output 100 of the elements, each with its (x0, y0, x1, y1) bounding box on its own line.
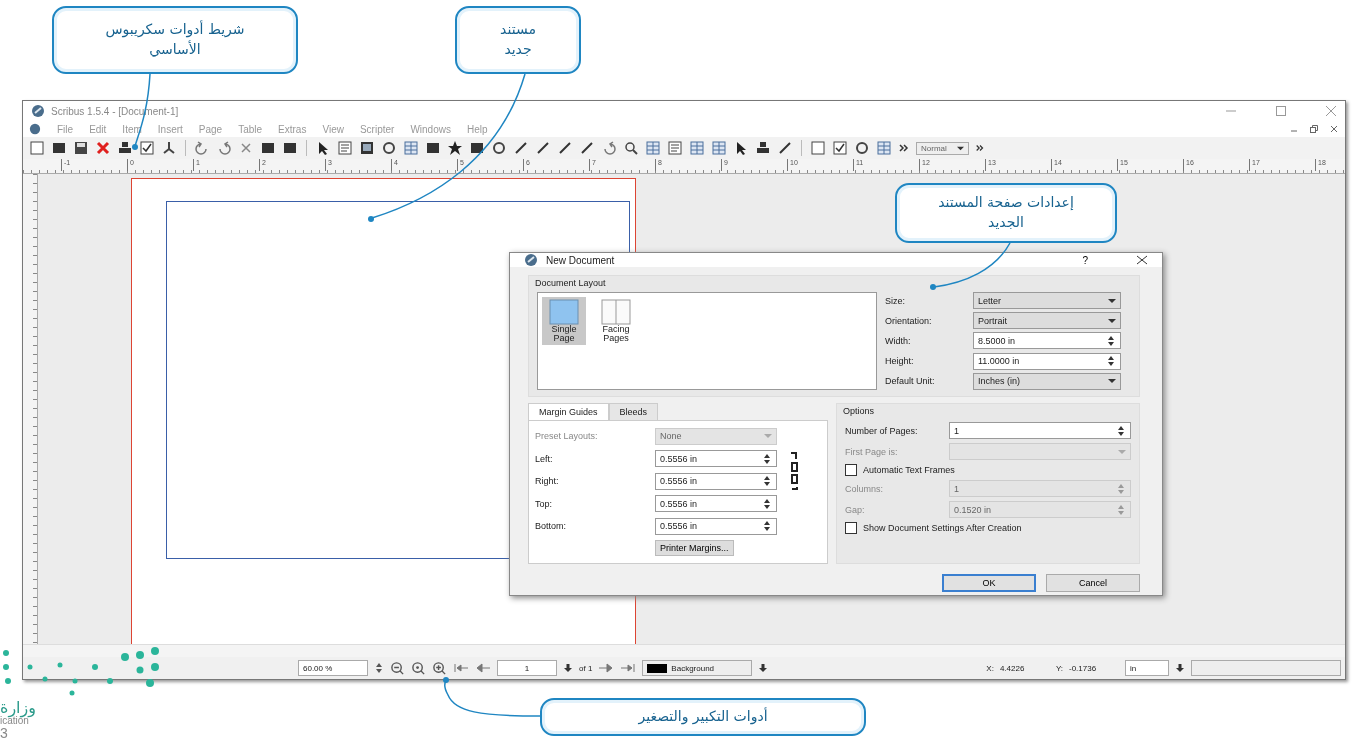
field-label: Size: (885, 295, 906, 306)
spin-arrows-icon[interactable] (1116, 424, 1126, 437)
spin-arrows-icon[interactable] (762, 475, 772, 488)
page-icon[interactable] (29, 140, 45, 156)
zoom-in-icon[interactable] (432, 660, 447, 676)
callout-label: إعدادات صفحة المستند الجديد (895, 183, 1117, 243)
mode-dropdown[interactable]: Normal (916, 141, 969, 155)
single-page-icon (549, 299, 579, 325)
dropdown[interactable]: Letter (973, 292, 1121, 310)
spin-box[interactable]: 0.5556 in (655, 472, 777, 490)
spin-box[interactable]: 1 (949, 422, 1131, 439)
star-icon[interactable] (447, 140, 463, 156)
text-frame-icon[interactable] (667, 140, 683, 156)
tab[interactable]: Margin Guides (528, 403, 609, 420)
spin-box[interactable]: 8.5000 in (973, 332, 1121, 350)
field-label: Orientation: (885, 315, 933, 326)
down-arrow-icon[interactable] (758, 663, 769, 673)
field-label: Height: (885, 356, 915, 367)
spin-box[interactable]: 0.5556 in (655, 495, 777, 513)
field-label: Top: (535, 498, 553, 509)
spin-arrows-icon[interactable] (762, 497, 772, 510)
checkbox-icon[interactable] (832, 140, 848, 156)
close-icon[interactable] (1329, 124, 1339, 134)
checkbox[interactable] (845, 464, 857, 476)
checkbox-label: Show Document Settings After Creation (863, 523, 1022, 533)
maximize-icon[interactable] (1275, 105, 1287, 117)
caret-icon (1118, 447, 1126, 456)
spin-box[interactable]: 0.5556 in (655, 517, 777, 535)
field-label: Left: (535, 453, 554, 464)
caret-icon (1108, 296, 1116, 305)
layout-option[interactable]: Single Page (542, 297, 586, 345)
previous-page-icon[interactable] (475, 663, 491, 673)
spin-arrows-icon[interactable] (762, 452, 772, 465)
app-logo-icon (29, 123, 41, 135)
page-count: of 1 (579, 663, 593, 673)
field-label: Number of Pages: (845, 425, 919, 436)
close-icon[interactable] (1136, 254, 1148, 266)
dropdown[interactable]: Inches (in) (973, 372, 1121, 390)
layer-dropdown[interactable]: Background (642, 660, 753, 676)
spin-arrows-icon[interactable] (1106, 335, 1116, 347)
undo-icon[interactable] (194, 140, 210, 156)
field-label: Right: (535, 476, 560, 487)
down-arrow-icon[interactable] (1175, 663, 1185, 673)
field-label: Width: (885, 336, 912, 346)
printer-icon[interactable] (117, 140, 133, 156)
app-logo-icon (31, 104, 45, 118)
logo-text: وزارة (0, 700, 36, 716)
last-page-icon[interactable] (620, 663, 637, 673)
spin-box[interactable]: 11.0000 in (973, 352, 1121, 370)
field-label: Bottom: (535, 521, 567, 532)
checkbox-icon[interactable] (139, 140, 155, 156)
horizontal-scrollbar[interactable] (23, 644, 1345, 657)
rotate-icon[interactable] (601, 140, 617, 156)
image-frame-icon[interactable] (359, 140, 375, 156)
layout-option[interactable]: Facing Pages (594, 297, 638, 345)
radio-icon[interactable] (854, 140, 870, 156)
help-button[interactable]: ? (1082, 254, 1088, 266)
caret-icon (956, 144, 964, 152)
close-icon[interactable] (95, 140, 111, 156)
spin-arrows-icon[interactable] (762, 520, 772, 533)
tab[interactable]: Bleeds (608, 403, 659, 420)
spin-arrows-icon[interactable] (1106, 355, 1116, 368)
first-page-icon[interactable] (453, 663, 469, 673)
page-field[interactable]: 1 (497, 660, 557, 676)
zoom-field[interactable]: 60.00 % (298, 660, 368, 676)
restore-icon[interactable] (1309, 124, 1319, 134)
group-title: Document Layout (535, 278, 606, 288)
dropdown[interactable]: Portrait (973, 312, 1121, 330)
more-icon[interactable] (898, 142, 910, 154)
app-logo-icon (524, 253, 538, 267)
printer-icon[interactable] (755, 140, 771, 156)
page-number: 3 (0, 726, 9, 740)
chain-link-icon[interactable] (789, 451, 799, 491)
callout-label: مستند جديد (455, 6, 581, 74)
line-icon[interactable] (513, 140, 529, 156)
logo-subtext: ication (0, 716, 29, 726)
dialog-title: New Document (546, 254, 615, 266)
checkbox[interactable] (845, 522, 857, 534)
next-page-icon[interactable] (598, 663, 615, 673)
unit-dropdown[interactable]: in (1125, 660, 1169, 676)
text-frame-icon[interactable] (337, 140, 353, 156)
table-icon[interactable] (403, 140, 419, 156)
spin-box[interactable]: 0.5556 in (655, 450, 777, 468)
down-arrow-icon[interactable] (563, 663, 573, 673)
printer-margins-button[interactable]: Printer Margins... (655, 540, 734, 557)
facing-pages-icon (601, 299, 631, 325)
more-icon[interactable] (974, 142, 985, 154)
cancel-button[interactable]: Cancel (1046, 574, 1140, 592)
group-title: Options (843, 406, 875, 416)
zoom-out-icon[interactable] (390, 660, 405, 676)
caret-icon (764, 432, 772, 441)
shape-icon[interactable] (425, 140, 441, 156)
ok-button[interactable]: OK (942, 574, 1036, 592)
x-coordinate: 4.4226 (999, 663, 1026, 673)
spin-arrows-icon[interactable] (374, 662, 384, 674)
zoom-actual-icon[interactable] (411, 660, 426, 676)
field-label: Gap: (845, 504, 866, 515)
search-icon[interactable] (623, 140, 639, 156)
caret-icon (1108, 316, 1116, 325)
redo-icon[interactable] (216, 140, 232, 156)
